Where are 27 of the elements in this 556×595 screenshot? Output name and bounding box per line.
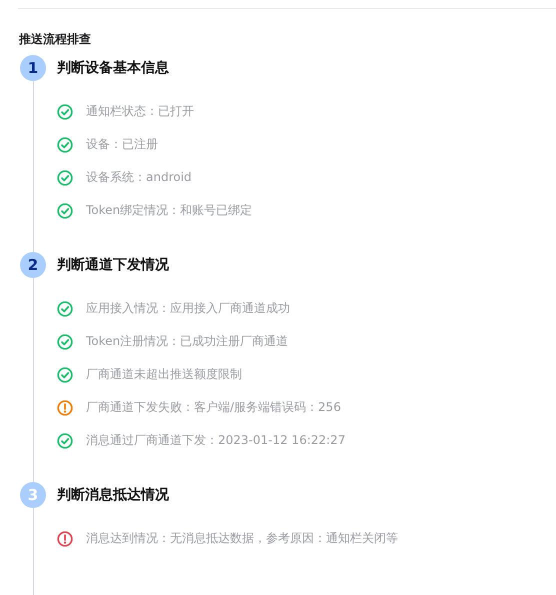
check-result-text: 消息通过厂商通道下发：2023-01-12 16:22:27 xyxy=(86,432,346,449)
error-icon xyxy=(57,530,73,546)
step-title: 判断设备基本信息 xyxy=(57,59,170,78)
check-circle-icon xyxy=(57,300,73,316)
step-title: 判断消息抵达情况 xyxy=(57,486,170,505)
check-circle-icon xyxy=(57,104,73,120)
check-circle-icon xyxy=(57,366,73,382)
check-result-text: 厂商通道未超出推送额度限制 xyxy=(86,366,242,383)
check-result-text: Token注册情况：已成功注册厂商通道 xyxy=(86,333,288,350)
check-result-text: 设备系统：android xyxy=(86,169,192,186)
step-number: 2 xyxy=(20,252,46,278)
section-title: 推送流程排查 xyxy=(19,31,92,47)
step-title: 判断通道下发情况 xyxy=(57,256,170,275)
check-circle-icon xyxy=(57,202,73,218)
check-result-text: 消息达到情况：无消息抵达数据，参考原因：通知栏关闭等 xyxy=(86,530,398,547)
check-circle-icon xyxy=(57,432,73,448)
check-circle-icon xyxy=(57,136,73,152)
check-circle-icon xyxy=(57,334,73,350)
check-result-text: 厂商通道下发失败：客户端/服务端错误码：256 xyxy=(86,399,341,416)
check-result-text: 设备：已注册 xyxy=(86,136,158,153)
check-result-text: 应用接入情况：应用接入厂商通道成功 xyxy=(86,300,290,317)
check-result-text: 通知栏状态：已打开 xyxy=(86,103,194,120)
check-circle-icon xyxy=(57,170,73,186)
check-result-text: Token绑定情况：和账号已绑定 xyxy=(86,202,252,219)
step-number: 3 xyxy=(20,482,46,508)
warning-icon xyxy=(57,400,73,416)
step-number: 1 xyxy=(20,55,46,81)
